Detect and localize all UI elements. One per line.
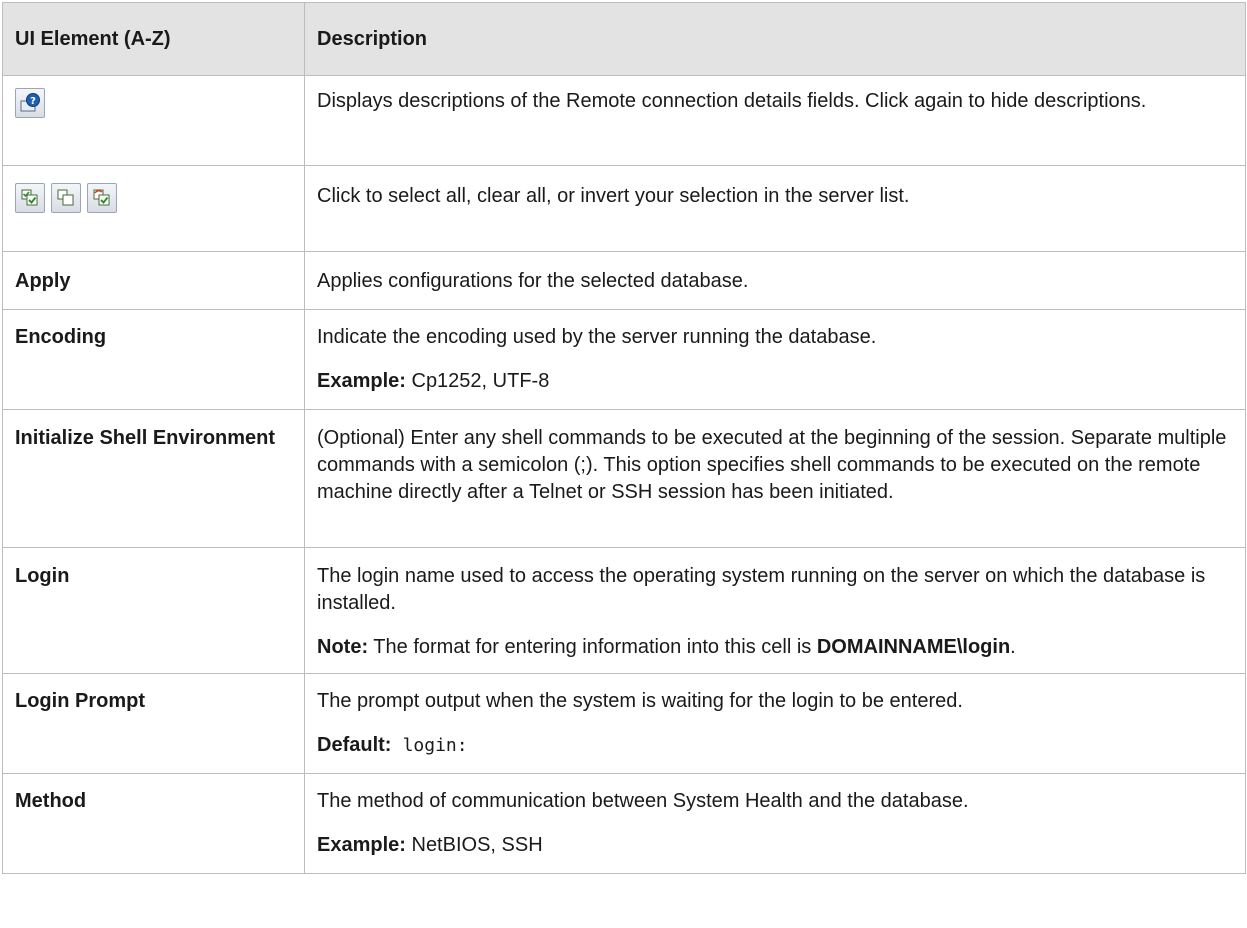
clear-all-icon[interactable] (51, 183, 81, 213)
element-name: Encoding (2, 309, 305, 410)
description-text: Displays descriptions of the Remote conn… (317, 90, 1147, 112)
note-text: Note: The format for entering informatio… (317, 634, 1235, 661)
row-description-cell: The login name used to access the operat… (304, 547, 1246, 674)
description-text: Applies configurations for the selected … (317, 270, 749, 292)
table-row: Encoding Indicate the encoding used by t… (2, 309, 1246, 410)
row-description-cell: Click to select all, clear all, or inver… (304, 165, 1246, 252)
description-text: Indicate the encoding used by the server… (317, 326, 877, 348)
row-element-cell (2, 165, 305, 252)
note-end: . (1010, 636, 1016, 658)
element-name: Login (2, 547, 305, 674)
element-name: Login Prompt (2, 673, 305, 774)
row-description-cell: Displays descriptions of the Remote conn… (304, 75, 1246, 166)
row-description-cell: Applies configurations for the selected … (304, 251, 1246, 310)
description-text: The login name used to access the operat… (317, 565, 1206, 614)
description-text: (Optional) Enter any shell commands to b… (317, 427, 1227, 503)
select-all-icon[interactable] (15, 183, 45, 213)
row-description-cell: Indicate the encoding used by the server… (304, 309, 1246, 410)
default-label: Default: (317, 734, 392, 756)
element-name: Method (2, 773, 305, 874)
example-label: Example: (317, 834, 406, 856)
table-row: Click to select all, clear all, or inver… (2, 165, 1246, 252)
description-text: The method of communication between Syst… (317, 790, 969, 812)
element-name: Initialize Shell Environment (2, 409, 305, 548)
table-row: Login The login name used to access the … (2, 547, 1246, 674)
table-header-row: UI Element (A-Z) Description (2, 2, 1246, 76)
row-element-cell: ? (2, 75, 305, 166)
note-value: The format for entering information into… (368, 636, 817, 658)
help-descriptions-icon[interactable]: ? (15, 88, 45, 118)
default-note: Default: login: (317, 732, 1235, 759)
example-note: Example: NetBIOS, SSH (317, 832, 1235, 859)
example-label: Example: (317, 370, 406, 392)
description-text: Click to select all, clear all, or inver… (317, 185, 910, 207)
table-row: Method The method of communication betwe… (2, 773, 1246, 874)
row-description-cell: (Optional) Enter any shell commands to b… (304, 409, 1246, 548)
table-row: Login Prompt The prompt output when the … (2, 673, 1246, 774)
element-name: Apply (2, 251, 305, 310)
table-row: ? Displays descriptions of the Remote co… (2, 75, 1246, 166)
example-value: NetBIOS, SSH (405, 834, 543, 856)
header-description: Description (304, 2, 1246, 76)
invert-selection-icon[interactable] (87, 183, 117, 213)
ui-elements-table: UI Element (A-Z) Description ? Displays … (2, 2, 1246, 874)
description-text: The prompt output when the system is wai… (317, 690, 963, 712)
example-note: Example: Cp1252, UTF-8 (317, 368, 1235, 395)
default-value: login: (402, 735, 468, 756)
table-row: Initialize Shell Environment (Optional) … (2, 409, 1246, 548)
table-row: Apply Applies configurations for the sel… (2, 251, 1246, 310)
example-value: Cp1252, UTF-8 (405, 370, 550, 392)
row-description-cell: The prompt output when the system is wai… (304, 673, 1246, 774)
note-format: DOMAINNAME\login (816, 636, 1011, 658)
svg-text:?: ? (30, 96, 36, 107)
row-description-cell: The method of communication between Syst… (304, 773, 1246, 874)
note-label: Note: (317, 636, 369, 658)
header-ui-element: UI Element (A-Z) (2, 2, 305, 76)
